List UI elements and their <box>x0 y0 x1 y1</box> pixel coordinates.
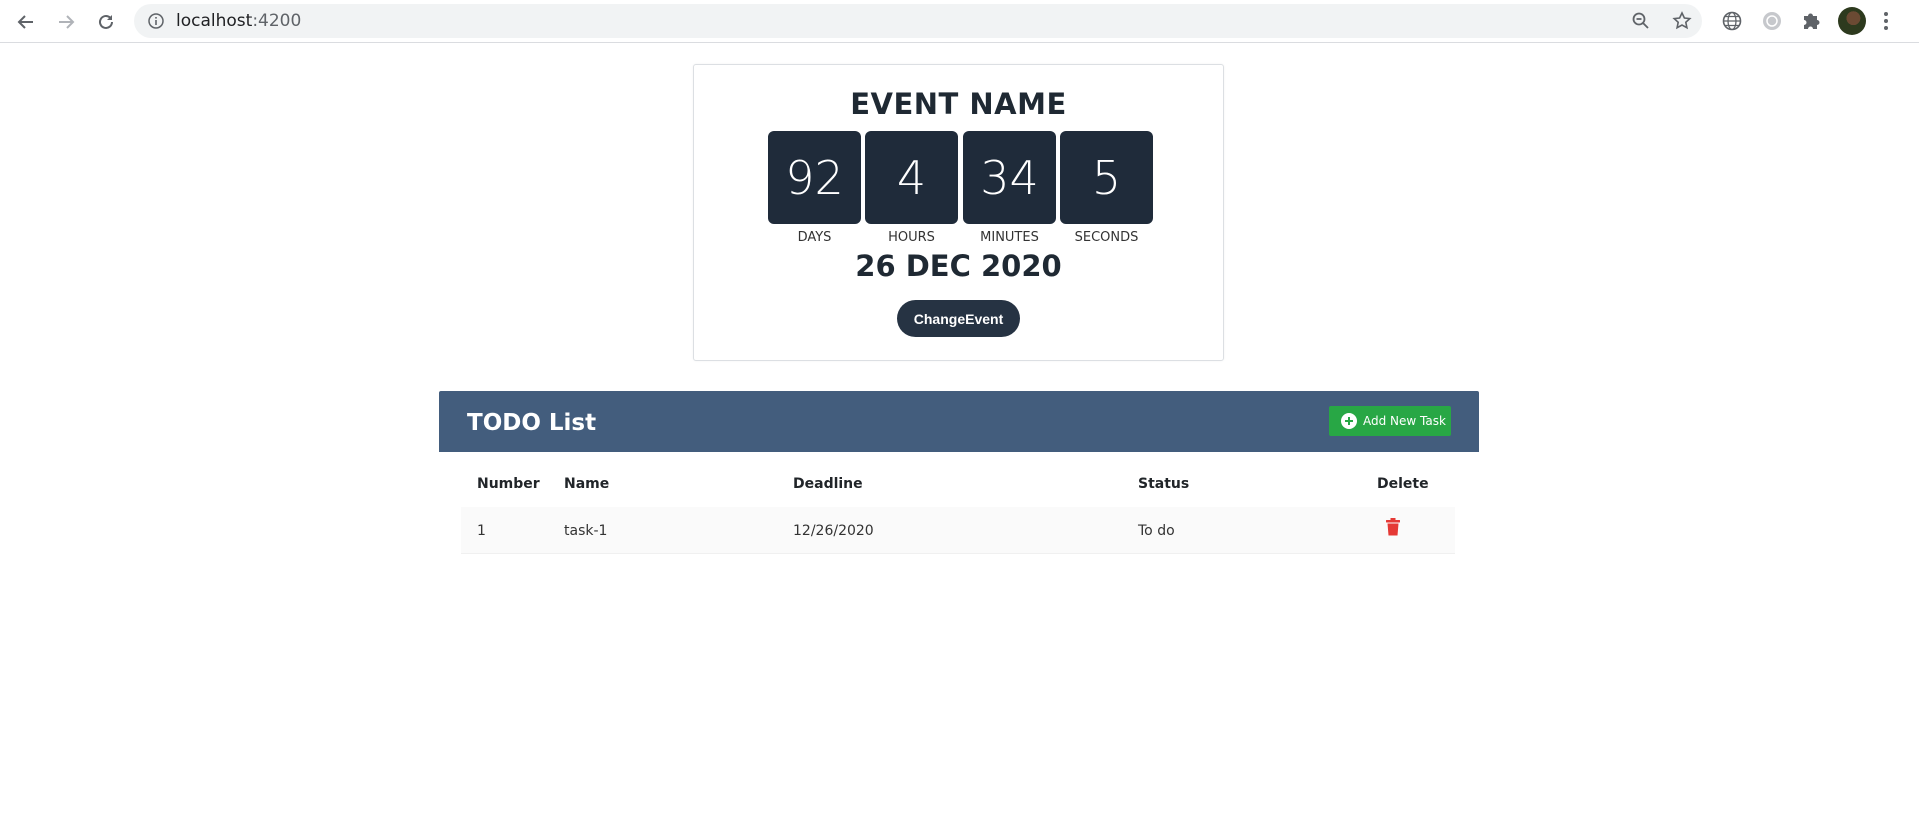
plus-circle-icon <box>1341 413 1357 429</box>
globe-extension-icon[interactable] <box>1721 10 1743 32</box>
profile-avatar[interactable] <box>1838 7 1866 35</box>
column-header-delete: Delete <box>1377 476 1429 492</box>
minutes-tile: 34 <box>963 131 1056 224</box>
address-bar[interactable]: localhost:4200 <box>134 4 1702 38</box>
column-header-status: Status <box>1138 476 1190 492</box>
minutes-label: MINUTES <box>980 230 1039 245</box>
hours-tile: 4 <box>865 131 958 224</box>
more-menu-icon[interactable] <box>1882 10 1890 32</box>
seconds-label: SECONDS <box>1074 230 1139 245</box>
todo-header: TODO List Add New Task <box>439 391 1479 452</box>
task-name: task-1 <box>564 523 608 539</box>
column-header-number: Number <box>477 476 540 492</box>
column-header-name: Name <box>564 476 610 492</box>
event-name: EVENT NAME <box>850 87 1067 121</box>
hours-label: HOURS <box>888 230 935 245</box>
bookmark-star-icon[interactable] <box>1672 11 1692 31</box>
days-tile: 92 <box>768 131 861 224</box>
url-text: localhost:4200 <box>176 11 302 31</box>
reload-icon[interactable] <box>93 9 119 35</box>
forward-icon[interactable] <box>53 9 79 35</box>
countdown-card: EVENT NAME 92 4 34 5 DAYS HOURS MINUTES … <box>693 64 1224 361</box>
back-icon[interactable] <box>13 9 39 35</box>
info-icon[interactable] <box>148 13 164 29</box>
days-label: DAYS <box>797 230 832 245</box>
extension-circle-icon[interactable] <box>1761 10 1783 32</box>
seconds-tile: 5 <box>1060 131 1153 224</box>
browser-toolbar: localhost:4200 <box>0 0 1919 43</box>
task-status: To do <box>1138 523 1175 539</box>
todo-title: TODO List <box>467 410 597 436</box>
puzzle-extensions-icon[interactable] <box>1800 10 1822 32</box>
table-row: 1 task-1 12/26/2020 To do <box>461 507 1455 554</box>
task-number: 1 <box>477 523 486 539</box>
event-date: 26 DEC 2020 <box>855 249 1062 283</box>
add-new-task-button[interactable]: Add New Task <box>1329 406 1451 436</box>
table-header-row: Number Name Deadline Status Delete <box>461 462 1455 508</box>
change-event-button[interactable]: ChangeEvent <box>897 300 1020 337</box>
add-new-task-label: Add New Task <box>1363 414 1446 428</box>
delete-trash-icon[interactable] <box>1386 518 1400 540</box>
zoom-out-icon[interactable] <box>1632 12 1650 30</box>
column-header-deadline: Deadline <box>793 476 863 492</box>
task-deadline: 12/26/2020 <box>793 523 874 539</box>
